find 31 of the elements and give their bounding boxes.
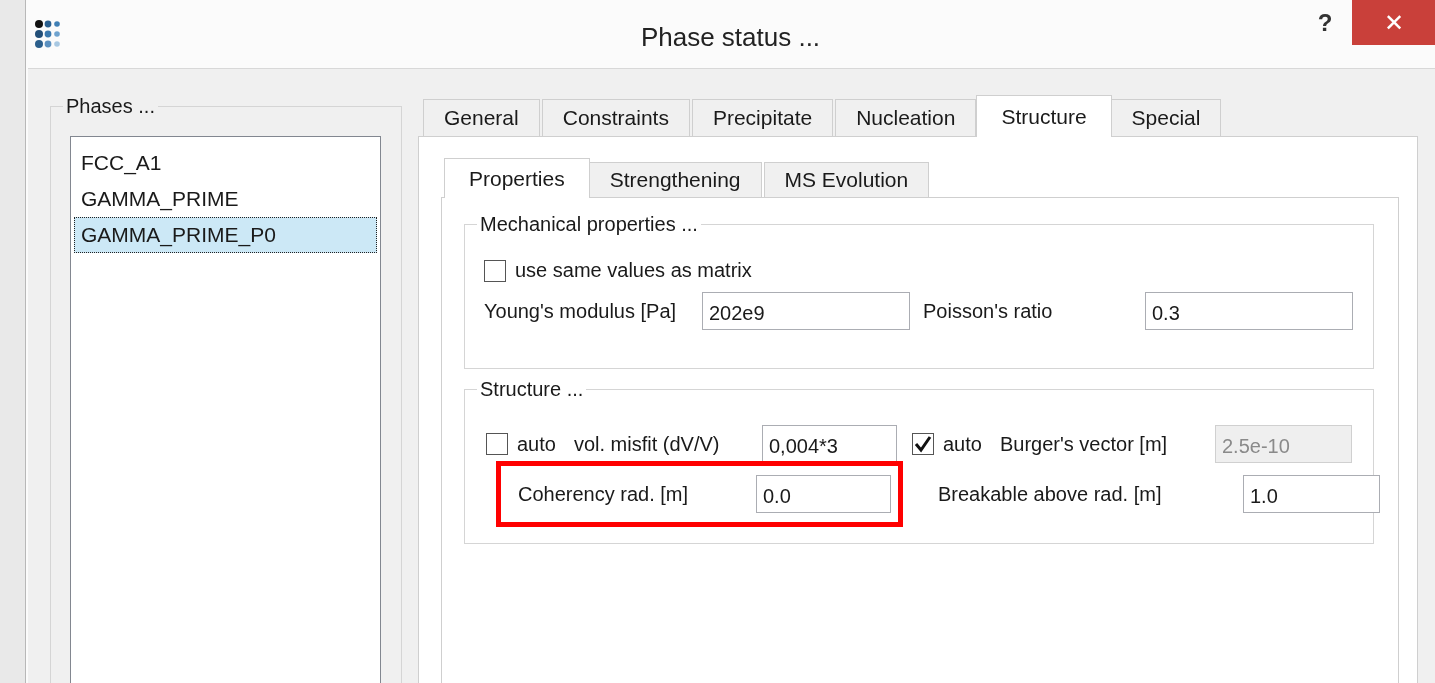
tab[interactable]: MS Evolution — [763, 162, 930, 197]
input-field[interactable]: 0.0 — [756, 475, 891, 513]
input-field[interactable]: 202e9 — [702, 292, 910, 330]
field-label: Breakable above rad. [m] — [937, 482, 1163, 506]
checkbox-label: auto — [943, 432, 982, 456]
checkbox[interactable] — [484, 259, 506, 282]
field-label: vol. misfit (dV/V) — [573, 432, 720, 456]
close-button[interactable]: ✕ — [1352, 0, 1435, 45]
tab[interactable]: Strengthening — [588, 162, 762, 197]
list-item[interactable]: FCC_A1 — [74, 145, 377, 181]
field-label: Burger's vector [m] — [999, 432, 1168, 456]
tab[interactable]: Precipitate — [691, 99, 834, 136]
field-label: Coherency rad. [m] — [518, 482, 690, 506]
tab[interactable]: Special — [1110, 99, 1222, 136]
checkbox-label: auto — [517, 432, 556, 456]
field-label: Poisson's ratio — [922, 299, 1054, 323]
window-title: Phase status ... — [640, 22, 821, 53]
list-item[interactable]: GAMMA_PRIME_P0 — [74, 217, 377, 253]
checkbox[interactable] — [486, 433, 508, 455]
tab[interactable]: Properties — [444, 158, 590, 198]
input-field[interactable]: 0.3 — [1145, 292, 1353, 330]
field-label: Young's modulus [Pa] — [484, 299, 678, 323]
help-button[interactable]: ? — [1298, 0, 1352, 45]
list-item[interactable]: GAMMA_PRIME — [74, 181, 377, 217]
checkbox-label: use same values as matrix — [515, 259, 752, 282]
tab[interactable]: Nucleation — [835, 99, 977, 136]
tab[interactable]: Structure — [976, 95, 1112, 137]
tab[interactable]: Constraints — [541, 99, 690, 136]
input-field[interactable]: 1.0 — [1243, 475, 1380, 513]
tab[interactable]: General — [423, 99, 540, 136]
input-field[interactable]: 0,004*3 — [762, 425, 897, 463]
